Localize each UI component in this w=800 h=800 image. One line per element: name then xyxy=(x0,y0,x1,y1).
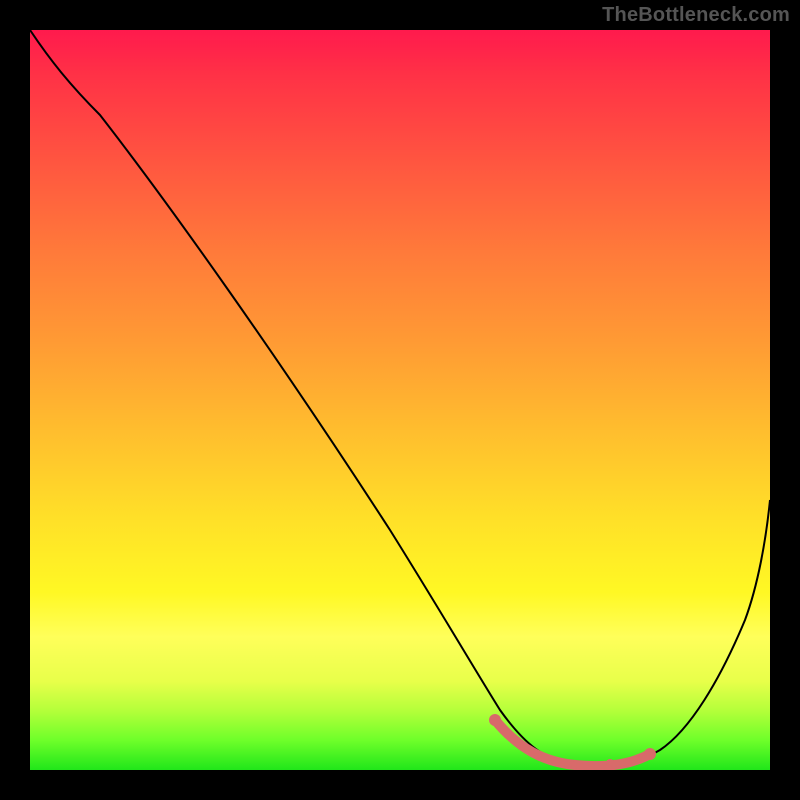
optimal-range-end-dot xyxy=(644,748,656,760)
plot-area xyxy=(30,30,770,770)
optimal-range-start-dot xyxy=(489,714,501,726)
marker-dot xyxy=(536,753,544,761)
watermark-text: TheBottleneck.com xyxy=(602,4,790,27)
marker-dot xyxy=(606,759,614,767)
optimal-range-marker xyxy=(495,720,650,766)
curve-svg xyxy=(30,30,770,770)
chart-frame: TheBottleneck.com xyxy=(0,0,800,800)
bottleneck-curve xyxy=(30,30,770,766)
marker-dot xyxy=(571,761,579,769)
